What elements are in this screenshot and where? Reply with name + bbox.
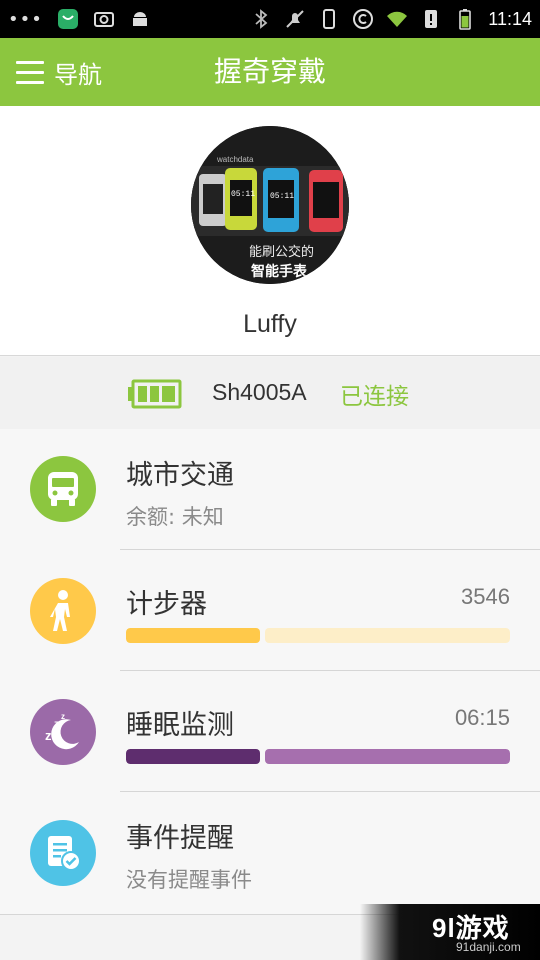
reminder-checklist-icon [30, 820, 96, 886]
avatar[interactable]: watchdata 05:11 05:11 能刷公交的 智能手表 [191, 126, 349, 284]
avatar-watch-time: 05:11 [231, 190, 255, 199]
svg-text:z: z [54, 719, 59, 730]
avatar-watch-time-2: 05:11 [270, 192, 294, 201]
device-status-row[interactable]: Sh4005A 已连接 [0, 357, 540, 429]
action-bar: 导航 握奇穿戴 [0, 38, 540, 106]
item-subtitle: 没有提醒事件 [126, 868, 252, 892]
feature-list: 城市交通 余额: 未知 计步器 3546 z z z 睡眠监测 06:15 事件… [0, 429, 540, 915]
wifi-icon [387, 11, 408, 27]
item-title: 事件提醒 [126, 823, 234, 854]
sleep-duration: 06:15 [454, 705, 510, 730]
list-item-pedometer[interactable]: 计步器 3546 [0, 550, 540, 671]
step-progress-remaining [265, 628, 510, 643]
list-item-city-transit[interactable]: 城市交通 余额: 未知 [0, 429, 540, 550]
step-count: 3546 [461, 584, 510, 609]
android-icon [132, 12, 147, 26]
bus-icon [30, 456, 96, 522]
navigation-label: 导航 [54, 60, 102, 89]
bluetooth-icon [255, 9, 268, 29]
list-item-sleep-monitor[interactable]: z z z 睡眠监测 06:15 [0, 671, 540, 792]
clock: 11:14 [488, 8, 532, 29]
battery-full-icon [128, 379, 182, 409]
avatar-caption-2: 智能手表 [250, 263, 308, 280]
connection-status: 已连接 [340, 384, 409, 410]
item-title: 城市交通 [126, 460, 234, 491]
item-title: 计步器 [126, 589, 207, 620]
device-name: Sh4005A [212, 379, 307, 405]
screenshot-icon [93, 12, 114, 27]
navigation-drawer-button[interactable]: 导航 [16, 38, 102, 106]
avatar-brand-text: watchdata [216, 155, 254, 164]
watermark-url: 91danji.com [456, 940, 521, 954]
item-subtitle: 余额: 未知 [126, 505, 224, 529]
battery-charging-icon [459, 9, 472, 30]
sleep-progress-remaining [265, 749, 510, 764]
copyright-icon [353, 9, 374, 29]
watermark: 9l游戏 91danji.com [360, 904, 540, 960]
vibrate-icon [323, 9, 336, 29]
item-title: 睡眠监测 [126, 710, 234, 741]
svg-text:z: z [61, 712, 65, 721]
username: Luffy [243, 310, 297, 338]
walking-person-icon [30, 578, 96, 644]
mute-icon [286, 10, 304, 28]
menu-icon [16, 61, 44, 84]
sim-alert-icon [425, 10, 438, 28]
profile-section: watchdata 05:11 05:11 能刷公交的 智能手表 Luffy [0, 106, 540, 356]
avatar-image: watchdata 05:11 05:11 能刷公交的 智能手表 [191, 126, 349, 284]
wechat-icon [57, 9, 78, 29]
step-progress-fill [126, 628, 261, 643]
sleep-moon-icon: z z z [30, 699, 96, 765]
avatar-caption-1: 能刷公交的 [249, 244, 314, 260]
list-item-event-reminders[interactable]: 事件提醒 没有提醒事件 [0, 792, 540, 913]
status-bar: ••• 11:14 [0, 0, 540, 38]
step-progress-bar [126, 628, 510, 643]
sleep-progress-fill [126, 749, 261, 764]
svg-text:z: z [45, 728, 52, 743]
notification-dots: ••• [8, 8, 43, 30]
sleep-progress-bar [126, 749, 510, 764]
